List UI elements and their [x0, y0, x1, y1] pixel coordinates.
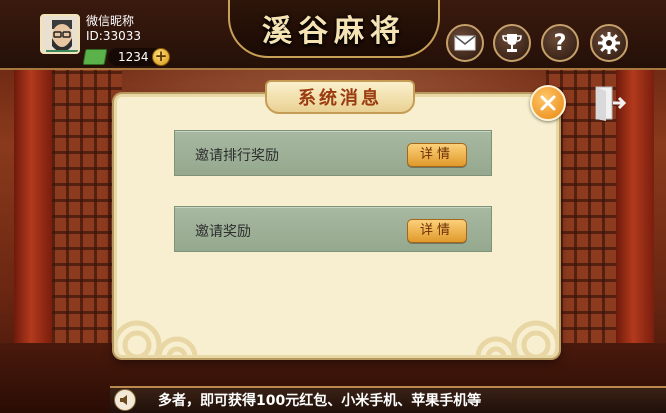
settings-button[interactable] — [590, 24, 628, 62]
speaker-icon — [114, 389, 136, 411]
cloud-pattern-right — [475, 320, 556, 355]
mail-button[interactable] — [446, 24, 484, 62]
avatar[interactable] — [40, 14, 80, 54]
dialog-title-banner: 系统消息 — [265, 80, 415, 114]
cloud-pattern-left — [117, 320, 198, 355]
trophy-icon — [502, 34, 522, 52]
help-button[interactable]: ? — [541, 24, 579, 62]
close-icon — [540, 95, 556, 111]
message-item-invite-reward: 邀请奖励 详情 — [174, 206, 492, 252]
close-button[interactable] — [530, 85, 566, 121]
avatar-image — [42, 16, 78, 52]
add-coins-button[interactable]: + — [152, 48, 170, 66]
message-text: 邀请奖励 — [195, 224, 251, 240]
detail-button[interactable]: 详情 — [407, 219, 467, 243]
coin-balance: 1234 — [118, 50, 149, 64]
exit-door-icon — [595, 86, 627, 121]
message-text: 邀请排行奖励 — [195, 148, 279, 164]
exit-button[interactable] — [593, 84, 627, 122]
money-icon — [82, 49, 108, 65]
lattice-window-left — [52, 62, 122, 362]
announcement-text: 多者，即可获得100元红包、小米手机、苹果手机等 — [158, 393, 482, 409]
message-item-invite-ranking-reward: 邀请排行奖励 详情 — [174, 130, 492, 176]
red-pillar-left — [14, 60, 52, 390]
gear-icon — [598, 32, 620, 54]
user-id: ID:33033 — [86, 29, 141, 43]
game-title: 溪谷麻将 — [262, 14, 406, 49]
game-title-plaque: 溪谷麻将 — [228, 0, 440, 58]
envelope-icon — [454, 35, 476, 51]
ranking-button[interactable] — [493, 24, 531, 62]
user-nickname: 微信昵称 — [86, 14, 135, 28]
question-mark-icon: ? — [553, 30, 567, 56]
detail-button[interactable]: 详情 — [407, 143, 467, 167]
dialog-title: 系统消息 — [298, 88, 382, 109]
